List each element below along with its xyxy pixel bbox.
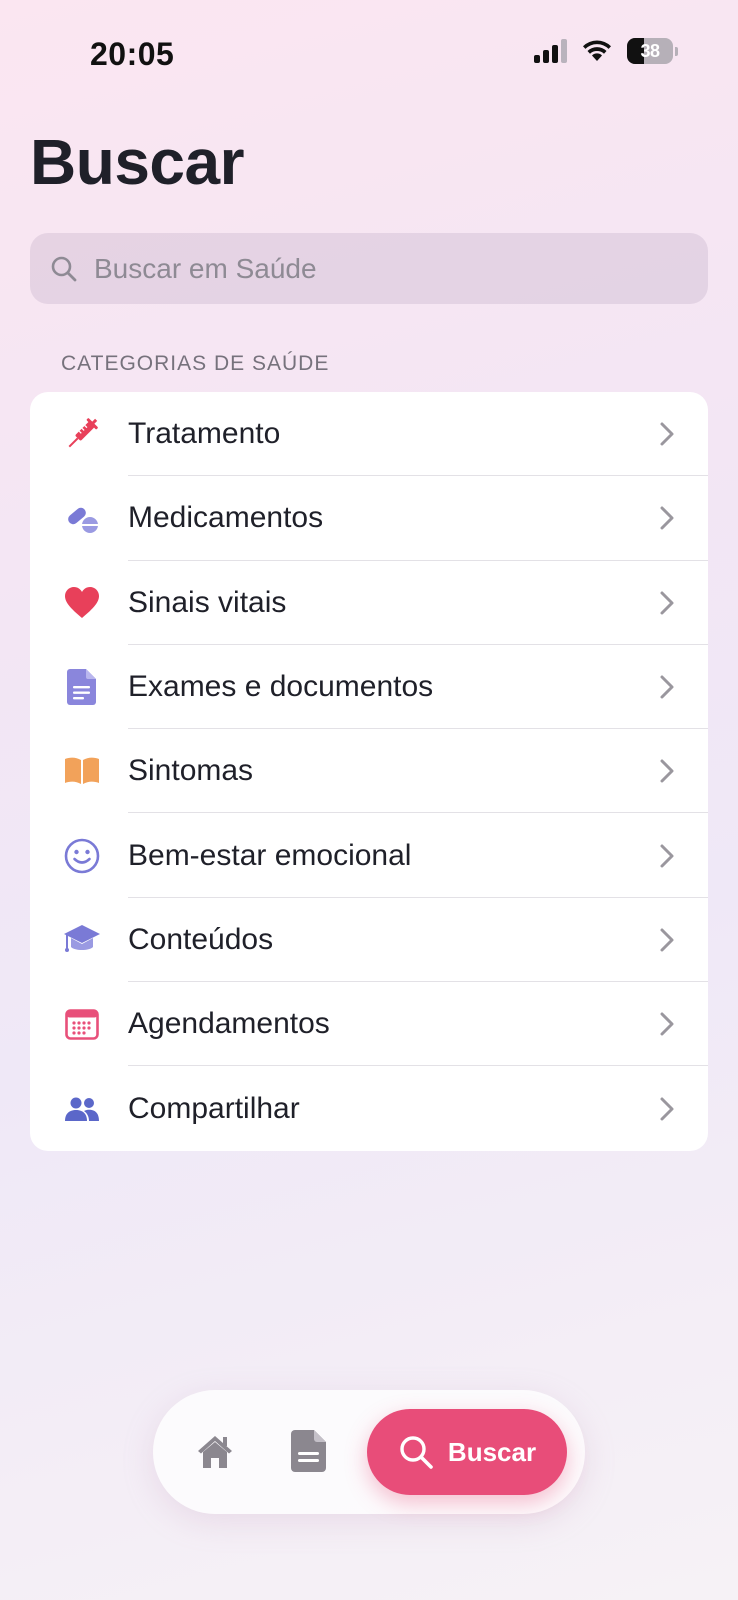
chevron-right-icon [660,844,674,868]
category-label: Sintomas [128,754,254,788]
graduation-cap-icon [62,920,102,960]
category-label: Agendamentos [128,1007,330,1041]
category-row-sinais-vitais[interactable]: Sinais vitais [30,561,708,645]
categories-list: Tratamento Medicamentos Sinais vitais Ex… [30,392,708,1151]
heart-icon [62,583,102,623]
category-label: Tratamento [128,417,281,451]
tab-search-label: Buscar [447,1436,537,1467]
status-bar: 20:05 38 [0,0,738,110]
search-bar[interactable] [30,233,708,304]
category-row-agendamentos[interactable]: Agendamentos [30,982,708,1067]
smiley-icon [62,836,102,876]
category-row-bem-estar-emocional[interactable]: Bem-estar emocional [30,813,708,898]
category-label: Conteúdos [128,922,274,956]
tab-bar: Buscar [153,1390,585,1514]
category-row-tratamento[interactable]: Tratamento [30,392,708,477]
category-row-compartilhar[interactable]: Compartilhar [30,1066,708,1150]
chevron-right-icon [660,1012,674,1036]
calendar-icon [62,1004,102,1044]
category-row-medicamentos[interactable]: Medicamentos [30,476,708,561]
status-time: 20:05 [90,36,175,72]
category-label: Bem-estar emocional [128,838,412,872]
category-row-exames-e-documentos[interactable]: Exames e documentos [30,645,708,730]
chevron-right-icon [660,928,674,952]
search-icon [400,1436,433,1469]
syringe-icon [62,414,102,454]
page-title: Buscar [30,126,245,198]
home-icon[interactable] [195,1432,235,1472]
book-icon [62,751,102,791]
chevron-right-icon [660,675,674,699]
battery-icon: 38 [627,38,673,64]
status-icons: 38 [534,38,678,64]
category-label: Exames e documentos [128,670,434,704]
chevron-right-icon [660,759,674,783]
search-input[interactable] [94,252,654,285]
chevron-right-icon [660,506,674,530]
chevron-right-icon [660,1097,674,1121]
category-label: Sinais vitais [128,585,287,619]
document-icon [62,667,102,707]
search-icon [51,256,77,281]
category-label: Compartilhar [128,1091,300,1125]
battery-level: 38 [640,40,660,61]
cellular-signal-icon [534,39,567,63]
category-label: Medicamentos [128,501,324,535]
category-row-conteudos[interactable]: Conteúdos [30,898,708,983]
category-row-sintomas[interactable]: Sintomas [30,729,708,814]
document-icon[interactable] [291,1430,327,1472]
battery-tip [675,46,678,56]
pills-icon [62,498,102,538]
wifi-icon [583,40,611,61]
tab-search[interactable]: Buscar [367,1409,567,1495]
chevron-right-icon [660,591,674,615]
section-header: CATEGORIAS DE SAÚDE [61,352,330,375]
chevron-right-icon [660,422,674,446]
people-icon [62,1089,102,1129]
